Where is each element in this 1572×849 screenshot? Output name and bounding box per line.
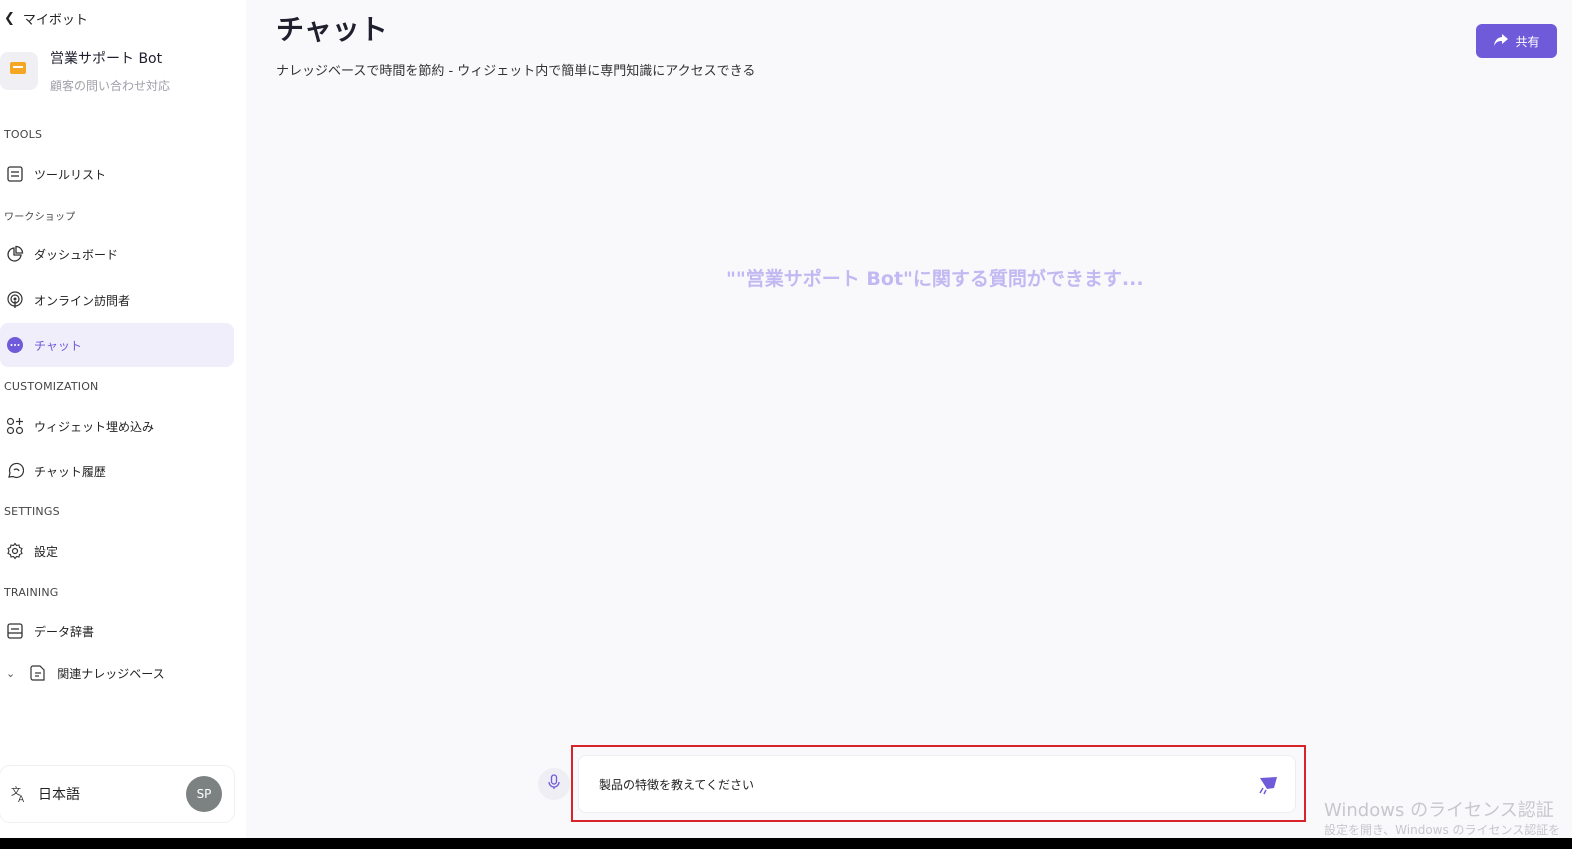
bot-name: 営業サポート Bot (50, 51, 163, 67)
page-subtitle: ナレッジベースで時間を節約 - ウィジェット内で簡単に専門知識にアクセスできる (276, 64, 756, 79)
share-label: 共有 (1515, 34, 1540, 49)
sidebar-item-label: オンライン訪問者 (34, 293, 131, 308)
back-label: マイボット (22, 12, 88, 28)
document-icon (29, 664, 47, 682)
sidebar-item-label: 設定 (34, 544, 59, 559)
microphone-button[interactable] (538, 768, 570, 800)
send-button[interactable] (1257, 774, 1279, 796)
sidebar-item-label: ツールリスト (34, 167, 107, 182)
share-icon (1493, 33, 1509, 50)
pie-chart-icon (6, 245, 24, 263)
widget-grid-icon (6, 417, 24, 435)
chat-input[interactable] (599, 777, 1239, 791)
taskbar-strip (0, 838, 1572, 849)
sidebar-item-chat[interactable]: チャット (0, 323, 234, 367)
avatar[interactable]: SP (186, 776, 222, 812)
section-settings: SETTINGS (4, 505, 60, 518)
bot-description: 顧客の問い合わせ対応 (50, 79, 171, 93)
microphone-icon (547, 774, 561, 794)
section-tools: TOOLS (4, 128, 43, 141)
page-title: チャット (276, 13, 388, 46)
chat-history-icon (6, 462, 24, 480)
sidebar-item-data-dictionary[interactable]: データ辞書 (0, 609, 234, 653)
language-label: 日本語 (38, 787, 80, 803)
sidebar-item-settings[interactable]: 設定 (0, 529, 234, 573)
sidebar-item-dashboard[interactable]: ダッシュボード (0, 232, 234, 276)
sidebar-item-chat-history[interactable]: チャット履歴 (0, 449, 234, 493)
broadcast-icon (6, 291, 24, 309)
translate-icon: 文A (10, 785, 28, 803)
sidebar-item-label: ウィジェット埋め込み (34, 419, 155, 434)
sidebar-item-related-kb[interactable]: ⌄ 関連ナレッジベース (0, 651, 234, 695)
language-selector[interactable]: 文A 日本語 SP (0, 766, 234, 822)
svg-text:A: A (18, 795, 25, 803)
sidebar-item-label: ダッシュボード (34, 247, 119, 262)
gear-icon (6, 542, 24, 560)
chat-empty-placeholder: ""営業サポート Bot"に関する質問ができます... (726, 268, 1144, 290)
sidebar-item-label: チャット (34, 338, 82, 353)
sidebar-item-label: チャット履歴 (34, 464, 106, 479)
book-icon (6, 622, 24, 640)
chevron-down-icon[interactable]: ⌄ (6, 667, 15, 680)
section-workshop: ワークショップ (4, 212, 76, 223)
section-customization: CUSTOMIZATION (4, 380, 99, 393)
sidebar: ❮ マイボット 営業サポート Bot 顧客の問い合わせ対応 TOOLS ツールリ… (0, 0, 246, 838)
sidebar-item-tool-list[interactable]: ツールリスト (0, 152, 234, 196)
sidebar-item-online-visitors[interactable]: オンライン訪問者 (0, 278, 234, 322)
windows-activation-subtitle: 設定を開き、Windows のライセンス認証を (1324, 823, 1561, 837)
back-to-my-bots[interactable]: ❮ マイボット (4, 8, 88, 28)
sidebar-item-widget-embed[interactable]: ウィジェット埋め込み (0, 404, 234, 448)
windows-activation-title: Windows のライセンス認証 (1324, 800, 1554, 821)
chat-input-container (578, 755, 1296, 813)
chevron-left-icon: ❮ (4, 10, 15, 26)
sidebar-item-label: 関連ナレッジベース (57, 666, 165, 681)
send-icon (1259, 777, 1277, 795)
bot-card: 営業サポート Bot 顧客の問い合わせ対応 (0, 44, 240, 100)
share-button[interactable]: 共有 (1476, 24, 1557, 58)
chat-bubble-icon (6, 336, 24, 354)
sidebar-item-label: データ辞書 (34, 624, 95, 639)
list-icon (6, 165, 24, 183)
section-training: TRAINING (4, 586, 59, 599)
bot-avatar (0, 52, 38, 90)
